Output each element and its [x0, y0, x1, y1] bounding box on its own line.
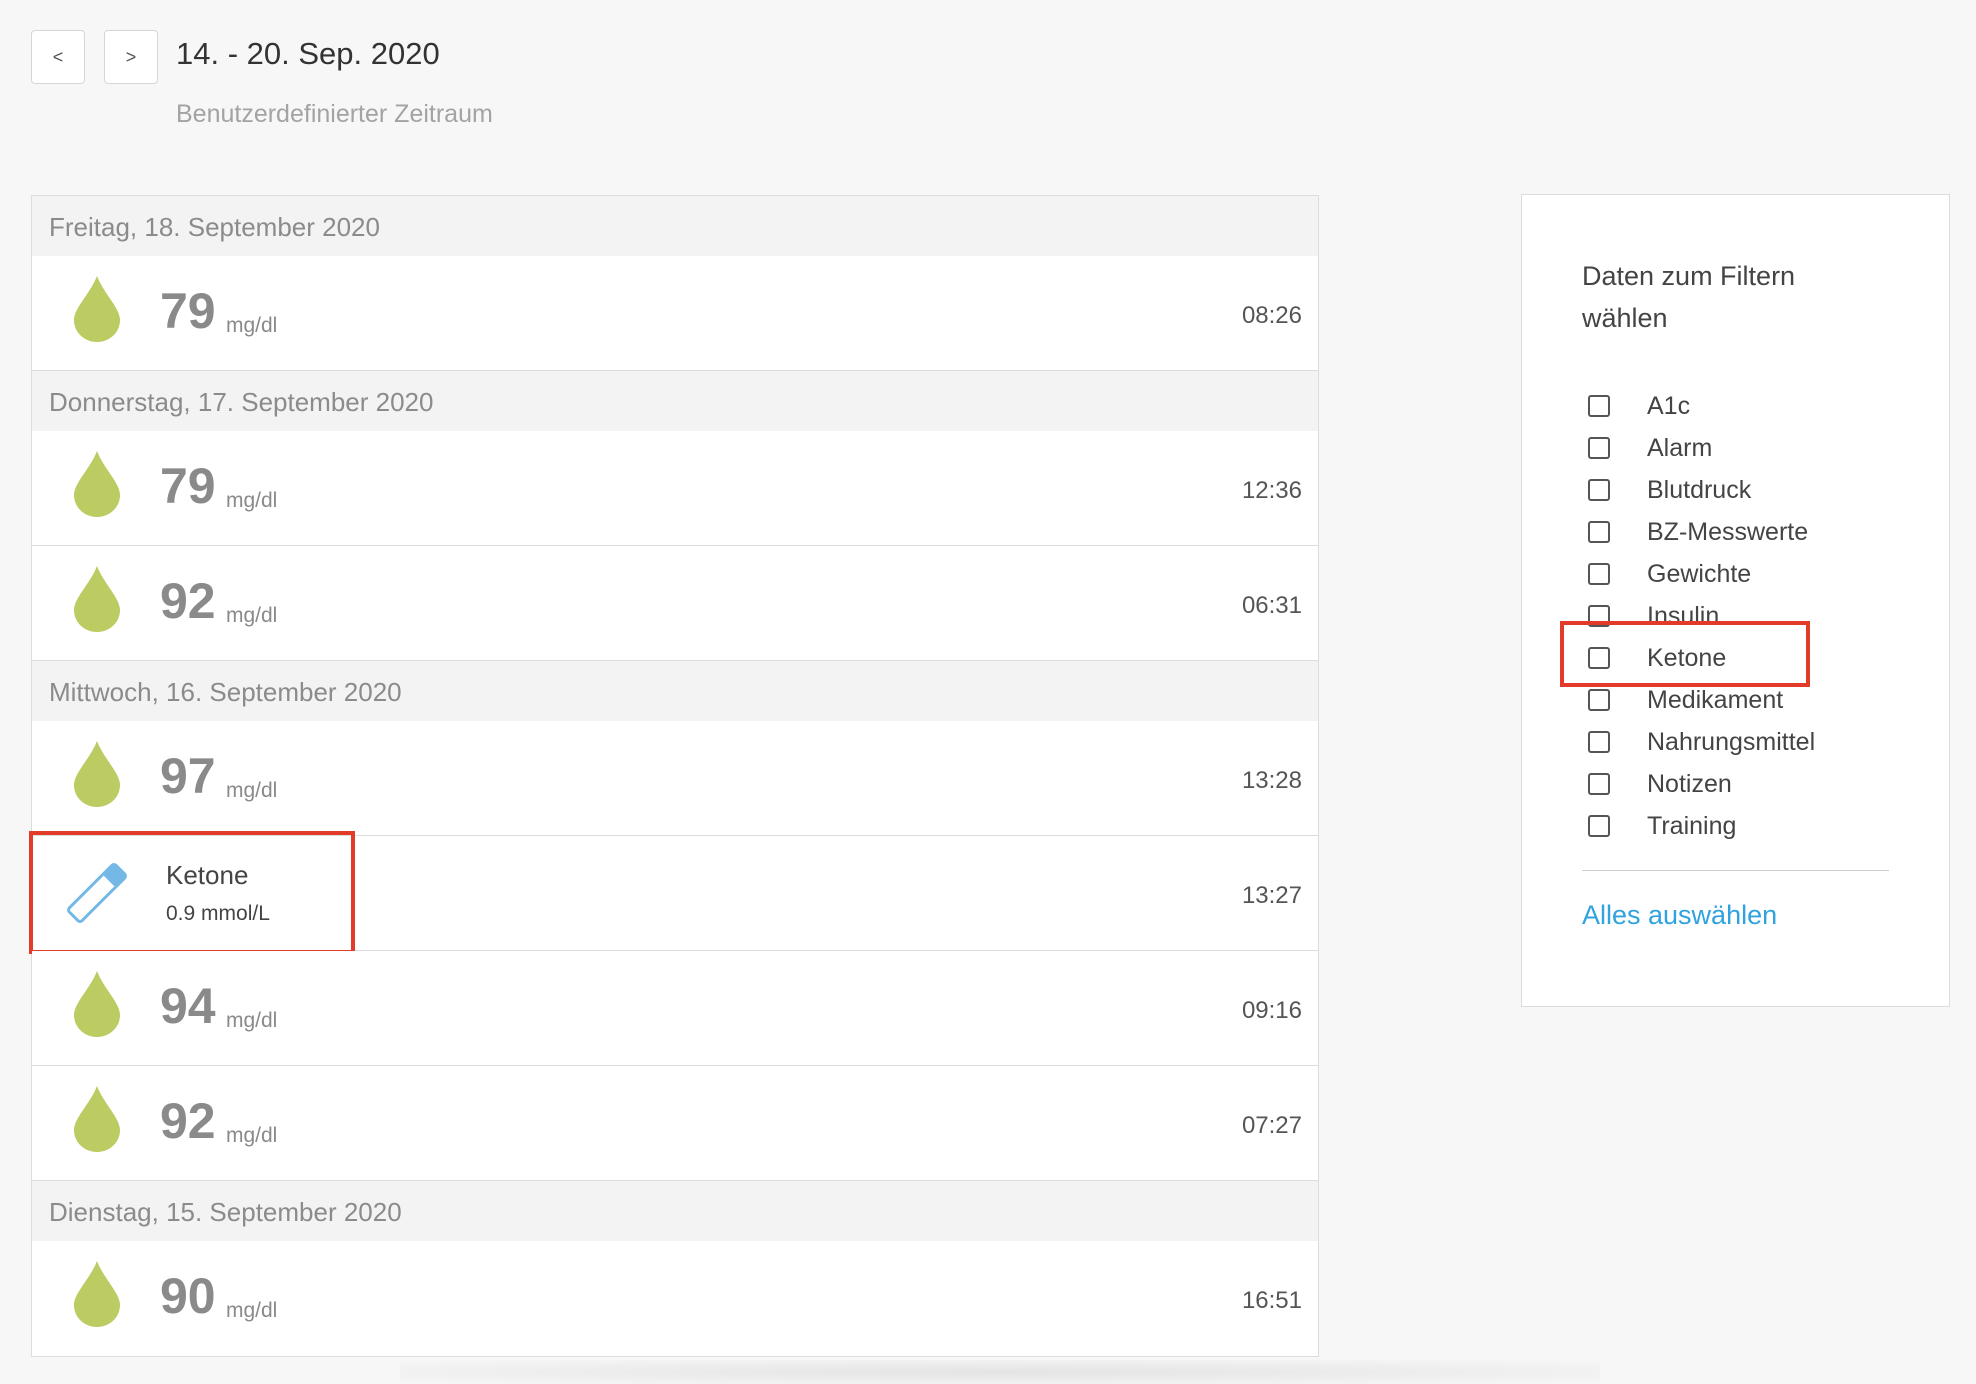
entry-time: 16:51: [1241, 1287, 1302, 1314]
bg-value: 90: [160, 1268, 216, 1324]
checkbox[interactable]: [1588, 437, 1610, 459]
drop-icon: [74, 276, 120, 342]
filter-option-medikament[interactable]: Medikament: [1582, 679, 1815, 721]
bg-value: 94: [160, 978, 216, 1034]
log-entry-bg[interactable]: 90 mg/dl 16:51: [32, 1241, 1318, 1356]
filter-label: Alarm: [1647, 433, 1713, 462]
ketone-strip-icon: [67, 863, 127, 923]
ketone-value: 0.9 mmol/L: [166, 902, 270, 925]
bg-unit: mg/dl: [226, 314, 278, 337]
filter-option-ketone[interactable]: Ketone: [1582, 637, 1815, 679]
logbook-list: Freitag, 18. September 2020 79 mg/dl 08:…: [29, 195, 1319, 1357]
filter-label: BZ-Messwerte: [1647, 517, 1809, 546]
drop-icon: [74, 741, 120, 807]
filter-option-a1c[interactable]: A1c: [1582, 385, 1815, 427]
bg-unit: mg/dl: [226, 1299, 278, 1322]
period-title: 14. - 20. Sep. 2020: [176, 36, 440, 71]
checkbox[interactable]: [1588, 815, 1610, 837]
checkbox[interactable]: [1588, 479, 1610, 501]
log-entry-ketone[interactable]: Ketone 0.9 mmol/L 13:27: [29, 831, 1318, 954]
bg-value: 79: [160, 283, 216, 339]
next-period-button[interactable]: >: [104, 30, 158, 84]
entry-time: 13:27: [1241, 882, 1302, 909]
day-header: Freitag, 18. September 2020: [32, 196, 1318, 256]
ketone-title: Ketone: [166, 860, 249, 890]
entry-time: 07:27: [1241, 1112, 1302, 1139]
filter-label: Training: [1647, 811, 1737, 840]
filter-label: Insulin: [1647, 601, 1720, 630]
filter-panel: Daten zum Filtern wählen A1c Alarm Blutd…: [1521, 194, 1950, 1007]
bg-value: 79: [160, 458, 216, 514]
bg-value: 92: [160, 1093, 216, 1149]
log-entry-bg[interactable]: 79 mg/dl 12:36: [32, 431, 1318, 546]
checkbox[interactable]: [1588, 605, 1610, 627]
entry-time: 09:16: [1241, 997, 1302, 1024]
checkbox[interactable]: [1588, 647, 1610, 669]
filter-label: Ketone: [1647, 643, 1727, 672]
drop-icon: [74, 1086, 120, 1152]
entry-time: 06:31: [1241, 592, 1302, 619]
checkbox[interactable]: [1588, 521, 1610, 543]
entry-time: 08:26: [1241, 302, 1302, 329]
log-entry-bg[interactable]: 97 mg/dl 13:28: [32, 721, 1318, 836]
bg-unit: mg/dl: [226, 1009, 278, 1032]
log-entry-bg[interactable]: 92 mg/dl 06:31: [32, 546, 1318, 661]
bg-value: 97: [160, 748, 216, 804]
bg-unit: mg/dl: [226, 489, 278, 512]
filter-label: Notizen: [1647, 769, 1732, 798]
select-all-link[interactable]: Alles auswählen: [1582, 900, 1777, 931]
log-entry-bg[interactable]: 94 mg/dl 09:16: [32, 951, 1318, 1066]
filter-option-blutdruck[interactable]: Blutdruck: [1582, 469, 1815, 511]
drop-icon: [74, 1261, 120, 1327]
checkbox[interactable]: [1588, 395, 1610, 417]
filter-option-gewichte[interactable]: Gewichte: [1582, 553, 1815, 595]
drop-icon: [74, 566, 120, 632]
drop-icon: [74, 451, 120, 517]
divider: [1582, 870, 1889, 871]
filter-option-nahrungsmittel[interactable]: Nahrungsmittel: [1582, 721, 1815, 763]
entry-time: 12:36: [1241, 477, 1302, 504]
previous-period-button[interactable]: <: [31, 30, 85, 84]
period-subtitle[interactable]: Benutzerdefinierter Zeitraum: [176, 100, 493, 129]
checkbox[interactable]: [1588, 689, 1610, 711]
filter-label: Nahrungsmittel: [1647, 727, 1816, 756]
filter-heading: Daten zum Filtern wählen: [1582, 261, 1796, 333]
entry-time: 13:28: [1241, 767, 1302, 794]
day-header: Mittwoch, 16. September 2020: [32, 661, 1318, 721]
filter-label: Gewichte: [1647, 559, 1752, 588]
log-entry-bg[interactable]: 79 mg/dl 08:26: [32, 256, 1318, 371]
day-header: Donnerstag, 17. September 2020: [32, 371, 1318, 431]
filter-option-bz-messwerte[interactable]: BZ-Messwerte: [1582, 511, 1815, 553]
bg-unit: mg/dl: [226, 604, 278, 627]
filter-option-alarm[interactable]: Alarm: [1582, 427, 1815, 469]
checkbox[interactable]: [1588, 731, 1610, 753]
bg-unit: mg/dl: [226, 779, 278, 802]
filter-option-notizen[interactable]: Notizen: [1582, 763, 1815, 805]
bg-value: 92: [160, 573, 216, 629]
filter-option-insulin[interactable]: Insulin: [1582, 595, 1815, 637]
filter-label: A1c: [1647, 391, 1691, 420]
filter-list: A1c Alarm Blutdruck BZ-Messwerte Gewicht…: [1582, 385, 1815, 847]
day-header: Dienstag, 15. September 2020: [32, 1181, 1318, 1241]
checkbox[interactable]: [1588, 563, 1610, 585]
filter-label: Medikament: [1647, 685, 1784, 714]
bg-unit: mg/dl: [226, 1124, 278, 1147]
drop-icon: [74, 971, 120, 1037]
filter-label: Blutdruck: [1647, 475, 1752, 504]
filter-option-training[interactable]: Training: [1582, 805, 1815, 847]
log-entry-bg[interactable]: 92 mg/dl 07:27: [32, 1066, 1318, 1181]
checkbox[interactable]: [1588, 773, 1610, 795]
bottom-shadow: [400, 1360, 1600, 1384]
